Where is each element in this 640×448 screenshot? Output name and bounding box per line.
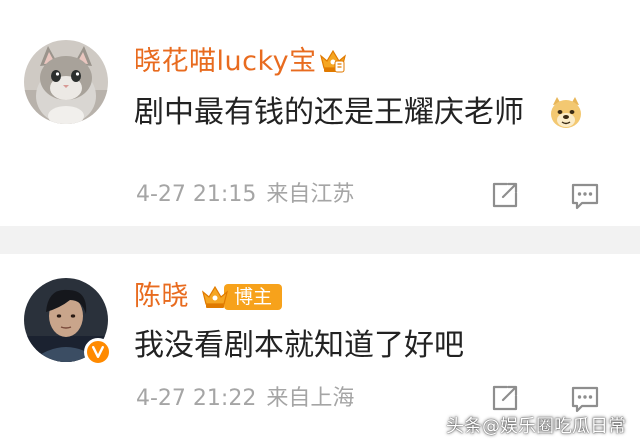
doge-emoji-icon	[551, 97, 581, 128]
crown-icon	[319, 49, 347, 73]
comment-meta: 4-27 21:15 来自江苏	[136, 181, 354, 209]
comment-text: 我没看剧本就知道了好吧	[134, 328, 464, 363]
crown-icon	[201, 285, 229, 308]
share-icon[interactable]	[490, 180, 520, 210]
comment-meta: 4-27 21:22 来自上海	[136, 385, 354, 413]
comment-feed: 晓花喵lucky宝 剧中最有钱的还是王耀庆老师 4-27 21:15 来自江苏	[0, 0, 640, 448]
timestamp: 4-27 21:22	[136, 386, 257, 411]
username[interactable]: 晓花喵lucky宝	[134, 46, 317, 78]
watermark: 头条@娱乐圈吃瓜日常	[446, 416, 626, 437]
avatar[interactable]	[24, 278, 112, 366]
timestamp: 4-27 21:15	[136, 182, 257, 207]
tag-label: 博主	[224, 284, 283, 310]
blogger-tag: 博主	[200, 282, 283, 312]
comment-reply-icon[interactable]	[570, 384, 600, 414]
kitten-avatar-icon	[24, 40, 108, 124]
share-icon[interactable]	[490, 383, 520, 413]
username[interactable]: 陈晓	[134, 281, 189, 313]
location: 来自江苏	[266, 182, 355, 207]
location: 来自上海	[266, 386, 355, 411]
avatar[interactable]	[24, 40, 108, 124]
comment-text: 剧中最有钱的还是王耀庆老师	[134, 95, 524, 130]
comment-reply-icon[interactable]	[570, 181, 600, 211]
section-divider	[0, 226, 640, 254]
comment-item: 晓花喵lucky宝 剧中最有钱的还是王耀庆老师 4-27 21:15 来自江苏	[0, 0, 640, 226]
verified-badge-icon	[84, 338, 112, 366]
